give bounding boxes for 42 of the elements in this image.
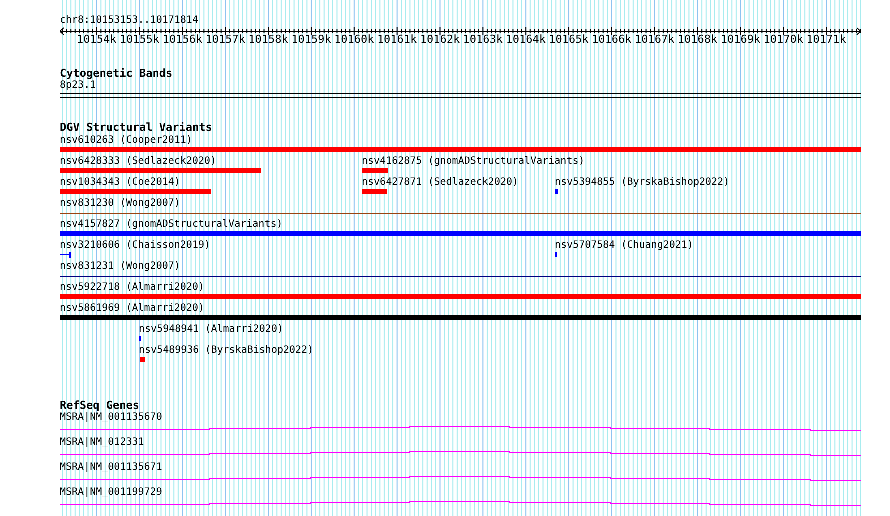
ruler-label: 10169k bbox=[720, 34, 761, 46]
ruler-label: 10167k bbox=[634, 34, 675, 46]
gene-label[interactable]: MSRA|NM_001199729 bbox=[60, 488, 162, 498]
ruler-label: 10156k bbox=[162, 34, 203, 46]
ruler-label: 10168k bbox=[678, 34, 718, 46]
variant-label[interactable]: nsv5394855 (ByrskaBishop2022) bbox=[555, 178, 730, 188]
ruler-label: 10164k bbox=[506, 34, 546, 46]
location-label: chr8:10153153..10171814 bbox=[60, 16, 198, 26]
ruler-label: 10160k bbox=[334, 34, 374, 46]
gene-label[interactable]: MSRA|NM_001135671 bbox=[60, 463, 162, 473]
variant-label[interactable]: nsv5948941 (Almarri2020) bbox=[139, 325, 284, 335]
track-title: RefSeq Genes bbox=[60, 400, 140, 412]
ruler-label: 10159k bbox=[292, 34, 332, 46]
variant-label[interactable]: nsv831230 (Wong2007) bbox=[60, 199, 180, 209]
variant-label[interactable]: nsv3210606 (Chaisson2019) bbox=[60, 241, 211, 251]
ruler-label: 10154k bbox=[76, 34, 117, 46]
ruler-label: 10161k bbox=[377, 34, 418, 46]
ruler-label: 10165k bbox=[549, 34, 589, 46]
variant-label[interactable]: nsv5922718 (Almarri2020) bbox=[60, 283, 204, 293]
ruler-label: 10157k bbox=[206, 34, 246, 46]
cytoband-label: 8p23.1 bbox=[60, 81, 96, 91]
variant-label[interactable]: nsv5861969 (Almarri2020) bbox=[60, 304, 204, 314]
variant-label[interactable]: nsv610263 (Cooper2011) bbox=[60, 136, 192, 146]
ruler-label: 10163k bbox=[463, 34, 504, 46]
ruler-label: 10171k bbox=[806, 34, 846, 46]
ruler-label: 10166k bbox=[592, 34, 632, 46]
variant-label[interactable]: nsv6427871 (Sedlazeck2020) bbox=[362, 178, 519, 188]
variant-label[interactable]: nsv5707584 (Chuang2021) bbox=[555, 241, 694, 251]
variant-label[interactable]: nsv1034343 (Coe2014) bbox=[60, 178, 180, 188]
variant-label[interactable]: nsv4162875 (gnomADStructuralVariants) bbox=[362, 157, 585, 167]
ruler-label: 10158k bbox=[248, 34, 288, 46]
variant-label[interactable]: nsv4157827 (gnomADStructuralVariants) bbox=[60, 220, 283, 230]
gene-label[interactable]: MSRA|NM_012331 bbox=[60, 438, 144, 448]
variant-label[interactable]: nsv5489936 (ByrskaBishop2022) bbox=[139, 346, 314, 356]
ruler-label: 10162k bbox=[420, 34, 460, 46]
track-title: DGV Structural Variants bbox=[60, 122, 212, 134]
gene-label[interactable]: MSRA|NM_001135670 bbox=[60, 413, 162, 423]
track-title: Cytogenetic Bands bbox=[60, 68, 173, 80]
ruler-label: 10155k bbox=[120, 34, 160, 46]
variant-label[interactable]: nsv831231 (Wong2007) bbox=[60, 262, 180, 272]
variant-label[interactable]: nsv6428333 (Sedlazeck2020) bbox=[60, 157, 217, 167]
ruler-label: 10170k bbox=[764, 34, 804, 46]
